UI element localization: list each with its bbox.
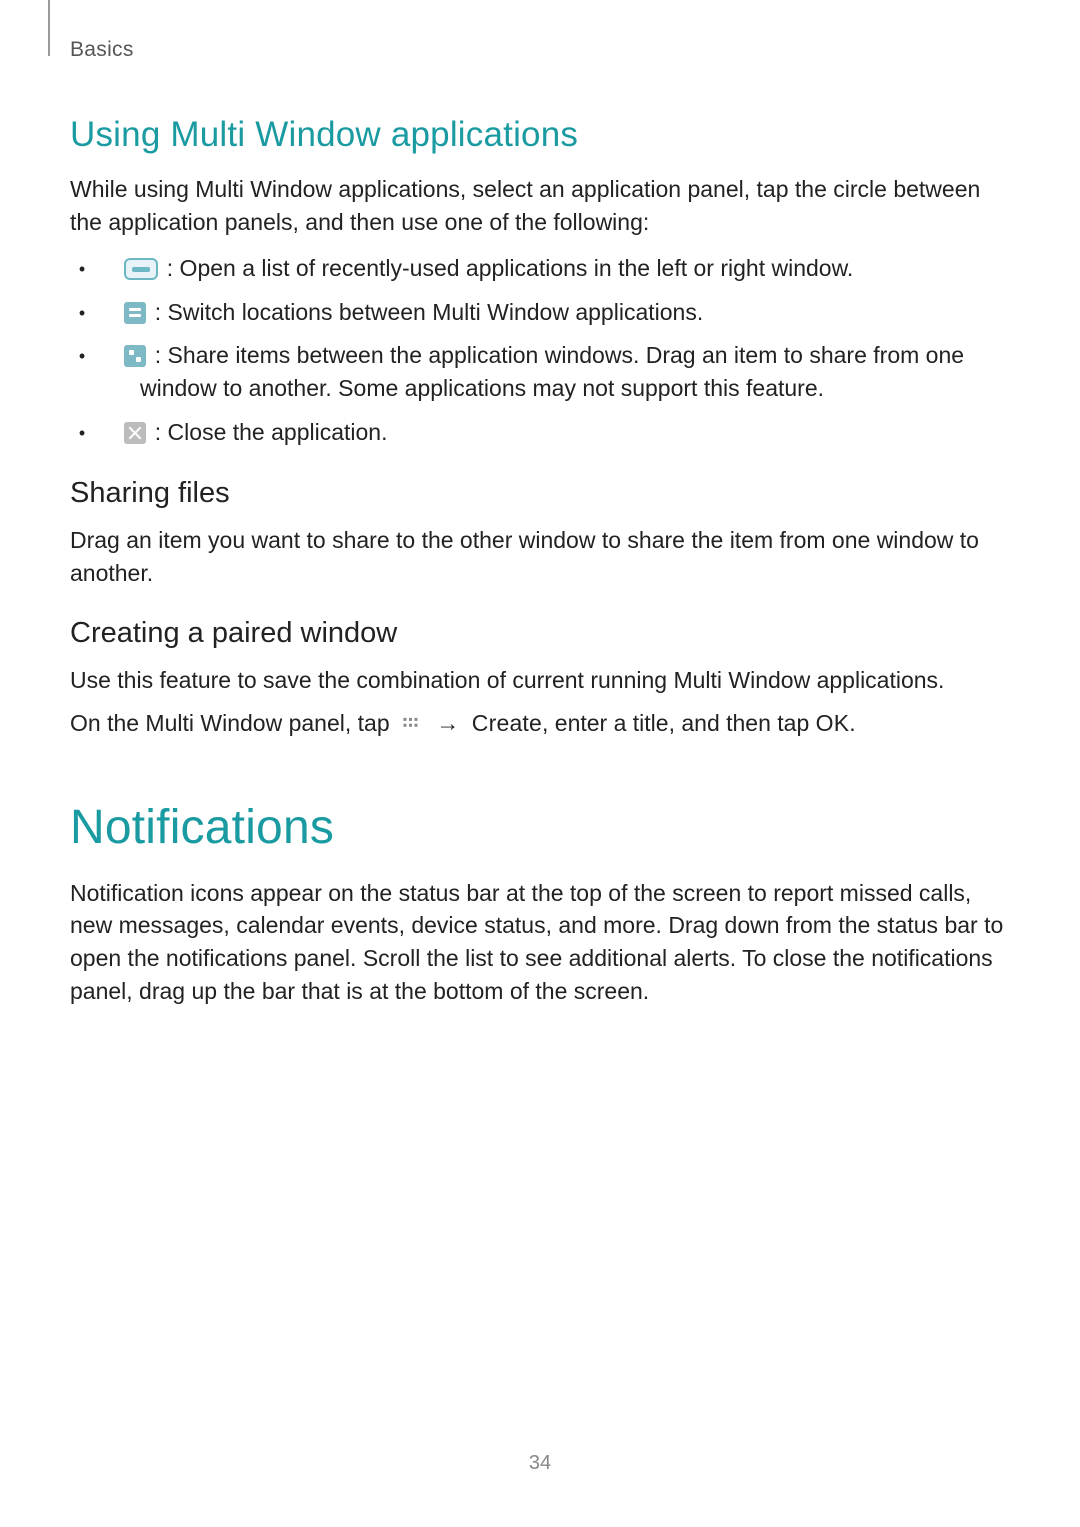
heading-using-multiwindow: Using Multi Window applications <box>70 115 1010 155</box>
bullet-text: : Close the application. <box>155 419 388 445</box>
intro-paragraph: While using Multi Window applications, s… <box>70 173 1010 238</box>
paired-body-mid: , enter a title, and then tap <box>542 710 816 736</box>
bullet-text: : Share items between the application wi… <box>140 342 964 401</box>
create-label: Create <box>472 710 542 736</box>
paired-window-body2: On the Multi Window panel, tap → Create,… <box>70 707 1010 740</box>
bullet-text: : Switch locations between Multi Window … <box>155 299 703 325</box>
heading-sharing-files: Sharing files <box>70 477 1010 510</box>
arrow-icon: → <box>436 710 459 736</box>
paired-body-pre: On the Multi Window panel, tap <box>70 710 396 736</box>
swap-windows-icon <box>124 302 146 324</box>
bullet-dot: • <box>98 256 108 282</box>
heading-notifications: Notifications <box>70 800 1010 855</box>
icon-bullet-list: • : Open a list of recently-used applica… <box>70 252 1010 449</box>
bullet-switch-locations: • : Switch locations between Multi Windo… <box>70 296 1010 329</box>
bullet-close-app: • : Close the application. <box>70 416 1010 449</box>
ok-label: OK <box>816 710 850 736</box>
page-number: 34 <box>0 1452 1080 1475</box>
notifications-body: Notification icons appear on the status … <box>70 877 1010 1008</box>
share-items-icon <box>124 345 146 367</box>
bullet-recent-apps: • : Open a list of recently-used applica… <box>70 252 1010 285</box>
drag-handle-icon <box>396 715 426 733</box>
recent-apps-icon <box>124 258 158 280</box>
close-app-icon <box>124 422 146 444</box>
heading-paired-window: Creating a paired window <box>70 617 1010 650</box>
bullet-text: : Open a list of recently-used applicati… <box>167 255 854 281</box>
page-content: Using Multi Window applications While us… <box>70 115 1010 1007</box>
section-breadcrumb: Basics <box>70 38 134 62</box>
bullet-dot: • <box>98 343 108 369</box>
paired-body-post: . <box>849 710 855 736</box>
bullet-dot: • <box>98 300 108 326</box>
header-divider <box>48 0 50 56</box>
sharing-files-body: Drag an item you want to share to the ot… <box>70 524 1010 589</box>
bullet-share-items: • : Share items between the application … <box>70 339 1010 406</box>
paired-window-body1: Use this feature to save the combination… <box>70 664 1010 697</box>
bullet-dot: • <box>98 420 108 446</box>
